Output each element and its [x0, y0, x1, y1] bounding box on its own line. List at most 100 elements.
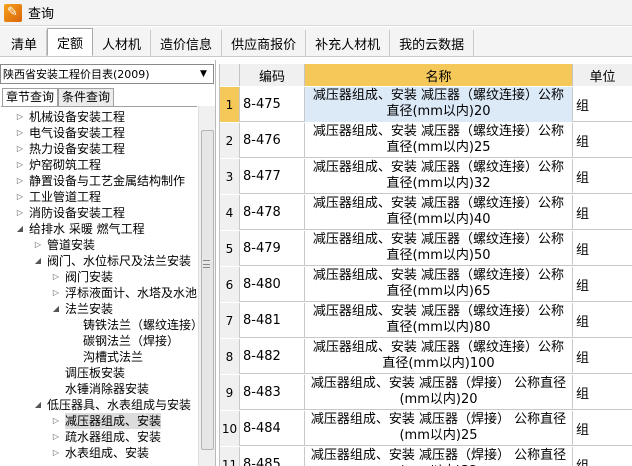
row-code[interactable]: 8-483 [240, 375, 305, 410]
expand-arrow-icon[interactable]: ▷ [15, 141, 25, 157]
tree-item[interactable]: 碳钢法兰（焊接） [69, 333, 179, 349]
tab-3[interactable]: 造价信息 [151, 30, 223, 56]
expand-arrow-icon[interactable]: ▷ [51, 413, 61, 429]
tree-item[interactable]: ▷ 疏水器组成、安装 [51, 429, 161, 445]
collapse-arrow-icon[interactable]: ◢ [51, 301, 61, 317]
row-index[interactable]: 6 [220, 267, 240, 302]
expand-arrow-icon[interactable]: ▷ [15, 173, 25, 189]
row-code[interactable]: 8-485 [240, 447, 305, 466]
tree-item[interactable]: ◢ 阀门、水位标尺及法兰安装 [33, 253, 191, 269]
scrollbar-thumb[interactable] [201, 130, 214, 450]
row-unit[interactable]: 组 [573, 303, 632, 338]
expand-arrow-icon[interactable]: ▷ [33, 237, 43, 253]
query-tab-0[interactable]: 章节查询 [2, 88, 59, 106]
tree-scrollbar[interactable] [198, 106, 215, 466]
tree-item[interactable]: ▷ 静置设备与工艺金属结构制作 [15, 173, 185, 189]
table-row[interactable]: 4 8-478 减压器组成、安装 减压器（螺纹连接）公称直径(mm以内)40 组 [220, 195, 632, 230]
tree-item[interactable]: 铸铁法兰（螺纹连接） [69, 317, 197, 333]
query-tab-1[interactable]: 条件查询 [58, 88, 115, 106]
row-name[interactable]: 减压器组成、安装 减压器（焊接） 公称直径(mm以内)32 [305, 447, 573, 466]
chevron-down-icon[interactable]: ▼ [196, 67, 211, 81]
collapse-arrow-icon[interactable]: ◢ [33, 253, 43, 269]
row-name[interactable]: 减压器组成、安装 减压器（螺纹连接）公称直径(mm以内)80 [305, 303, 573, 338]
row-index[interactable]: 3 [220, 159, 240, 194]
tab-2[interactable]: 人材机 [93, 30, 152, 56]
tree-item[interactable]: ▷ 水表组成、安装 [51, 445, 149, 461]
expand-arrow-icon[interactable]: ▷ [15, 205, 25, 221]
row-index[interactable]: 1 [220, 87, 240, 122]
expand-arrow-icon[interactable]: ▷ [15, 157, 25, 173]
row-unit[interactable]: 组 [573, 447, 632, 466]
row-code[interactable]: 8-480 [240, 267, 305, 302]
expand-arrow-icon[interactable]: ▷ [51, 429, 61, 445]
row-name[interactable]: 减压器组成、安装 减压器（螺纹连接）公称直径(mm以内)50 [305, 231, 573, 266]
row-unit[interactable]: 组 [573, 267, 632, 302]
row-code[interactable]: 8-476 [240, 123, 305, 158]
row-code[interactable]: 8-484 [240, 411, 305, 446]
expand-arrow-icon[interactable]: ▷ [15, 109, 25, 125]
row-unit[interactable]: 组 [573, 339, 632, 374]
tree-item[interactable]: ▷ 机械设备安装工程 [15, 109, 125, 125]
tree-item[interactable]: ▷ 减压器组成、安装 [51, 413, 162, 429]
table-row[interactable]: 6 8-480 减压器组成、安装 减压器（螺纹连接）公称直径(mm以内)65 组 [220, 267, 632, 302]
table-row[interactable]: 5 8-479 减压器组成、安装 减压器（螺纹连接）公称直径(mm以内)50 组 [220, 231, 632, 266]
row-index[interactable]: 8 [220, 339, 240, 374]
row-code[interactable]: 8-479 [240, 231, 305, 266]
expand-arrow-icon[interactable]: ▷ [15, 125, 25, 141]
table-row[interactable]: 1 8-475 减压器组成、安装 减压器（螺纹连接）公称直径(mm以内)20 组 [220, 87, 632, 122]
row-unit[interactable]: 组 [573, 195, 632, 230]
row-name[interactable]: 减压器组成、安装 减压器（焊接） 公称直径(mm以内)25 [305, 411, 573, 446]
row-name[interactable]: 减压器组成、安装 减压器（螺纹连接）公称直径(mm以内)100 [305, 339, 573, 374]
table-row[interactable]: 7 8-481 减压器组成、安装 减压器（螺纹连接）公称直径(mm以内)80 组 [220, 303, 632, 338]
header-unit[interactable]: 单位 [573, 64, 632, 86]
row-index[interactable]: 7 [220, 303, 240, 338]
table-row[interactable]: 8 8-482 减压器组成、安装 减压器（螺纹连接）公称直径(mm以内)100 组 [220, 339, 632, 374]
table-row[interactable]: 9 8-483 减压器组成、安装 减压器（焊接） 公称直径(mm以内)20 组 [220, 375, 632, 410]
expand-arrow-icon[interactable]: ▷ [15, 189, 25, 205]
row-code[interactable]: 8-482 [240, 339, 305, 374]
tree-item[interactable]: ▷ 消防设备安装工程 [15, 205, 125, 221]
tree-item[interactable]: ◢ 低压器具、水表组成与安装 [33, 397, 191, 413]
row-unit[interactable]: 组 [573, 123, 632, 158]
tree-item[interactable]: ▷ 阀门安装 [51, 269, 113, 285]
row-code[interactable]: 8-478 [240, 195, 305, 230]
table-row[interactable]: 10 8-484 减压器组成、安装 减压器（焊接） 公称直径(mm以内)25 组 [220, 411, 632, 446]
tab-0[interactable]: 清单 [2, 30, 48, 56]
row-name[interactable]: 减压器组成、安装 减压器（焊接） 公称直径(mm以内)20 [305, 375, 573, 410]
row-unit[interactable]: 组 [573, 231, 632, 266]
tree-item[interactable]: 沟槽式法兰 [69, 349, 143, 365]
tree-item[interactable]: ▷ 炉窑砌筑工程 [15, 157, 101, 173]
row-name[interactable]: 减压器组成、安装 减压器（螺纹连接）公称直径(mm以内)32 [305, 159, 573, 194]
table-row[interactable]: 3 8-477 减压器组成、安装 减压器（螺纹连接）公称直径(mm以内)32 组 [220, 159, 632, 194]
row-name[interactable]: 减压器组成、安装 减压器（螺纹连接）公称直径(mm以内)65 [305, 267, 573, 302]
header-name[interactable]: 名称 [305, 64, 573, 86]
row-code[interactable]: 8-475 [240, 87, 305, 122]
row-name[interactable]: 减压器组成、安装 减压器（螺纹连接）公称直径(mm以内)20 [305, 87, 573, 122]
expand-arrow-icon[interactable]: ▷ [51, 285, 61, 301]
table-row[interactable]: 118-485减压器组成、安装 减压器（焊接） 公称直径(mm以内)32组 [220, 447, 632, 466]
tree-item[interactable]: ▷ 电气设备安装工程 [15, 125, 125, 141]
row-code[interactable]: 8-481 [240, 303, 305, 338]
tree-item[interactable]: ▷ 浮标液面计、水塔及水池 [51, 285, 197, 301]
tree-item[interactable]: 水锤消除器安装 [51, 381, 149, 397]
row-index[interactable]: 11 [220, 447, 240, 466]
tree-item[interactable]: ◢ 给排水 采暖 燃气工程 [15, 221, 145, 237]
tab-1[interactable]: 定额 [47, 28, 94, 56]
header-code[interactable]: 编码 [240, 64, 305, 86]
tab-5[interactable]: 补充人材机 [306, 30, 391, 56]
row-unit[interactable]: 组 [573, 375, 632, 410]
row-name[interactable]: 减压器组成、安装 减压器（螺纹连接）公称直径(mm以内)25 [305, 123, 573, 158]
expand-arrow-icon[interactable]: ▷ [51, 445, 61, 461]
row-unit[interactable]: 组 [573, 87, 632, 122]
tree-item[interactable]: ▷ 热力设备安装工程 [15, 141, 125, 157]
library-select[interactable]: 陕西省安装工程价目表(2009) ▼ [0, 64, 214, 84]
table-row[interactable]: 2 8-476 减压器组成、安装 减压器（螺纹连接）公称直径(mm以内)25 组 [220, 123, 632, 158]
row-unit[interactable]: 组 [573, 411, 632, 446]
tree-item[interactable]: ▷ 工业管道工程 [15, 189, 101, 205]
expand-arrow-icon[interactable]: ▷ [51, 269, 61, 285]
tree-item[interactable]: ▷ 管道安装 [33, 237, 95, 253]
row-index[interactable]: 2 [220, 123, 240, 158]
tree-item[interactable]: ◢ 法兰安装 [51, 301, 113, 317]
row-index[interactable]: 9 [220, 375, 240, 410]
row-index[interactable]: 4 [220, 195, 240, 230]
